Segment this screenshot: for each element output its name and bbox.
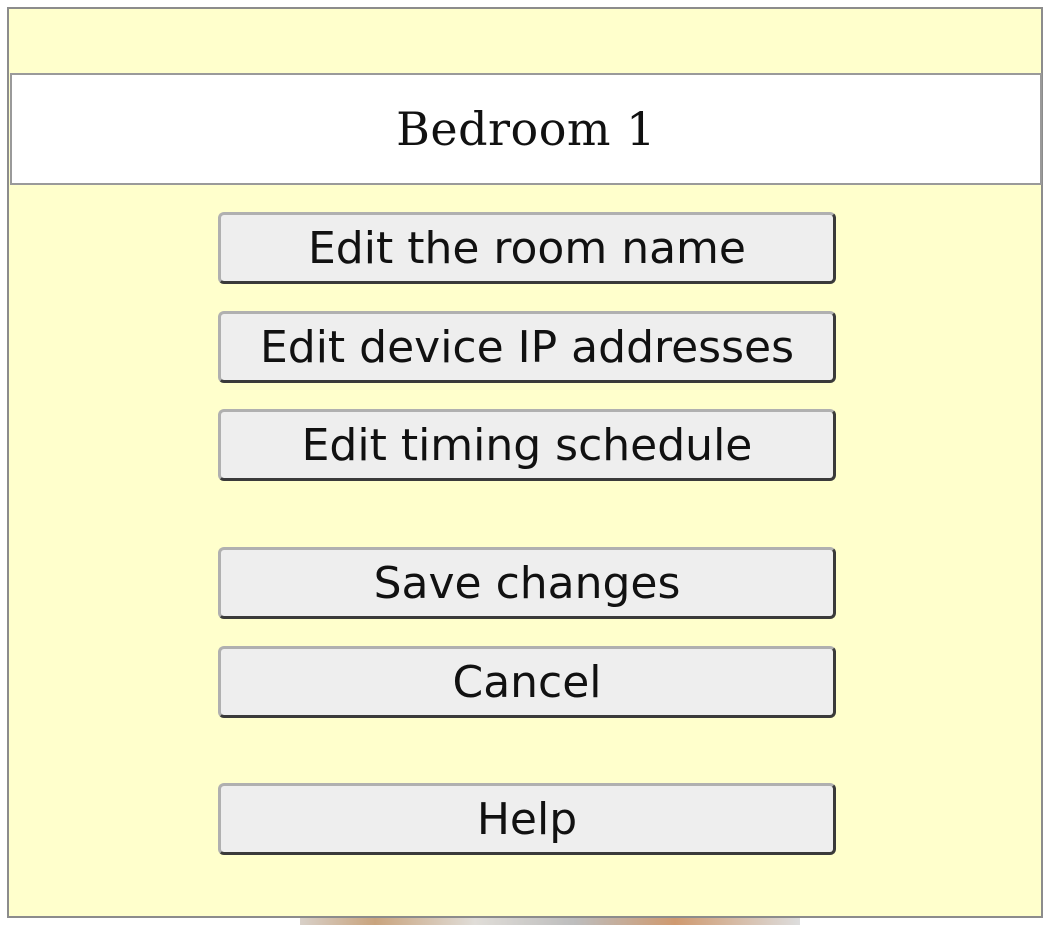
cancel-button[interactable]: Cancel (218, 646, 836, 718)
edit-room-name-button[interactable]: Edit the room name (218, 212, 836, 284)
room-title-bar: Bedroom 1 (10, 73, 1042, 185)
edit-device-ip-button[interactable]: Edit device IP addresses (218, 311, 836, 383)
room-title: Bedroom 1 (396, 102, 656, 156)
room-settings-dialog: Bedroom 1 Edit the room name Edit device… (7, 7, 1043, 918)
help-button[interactable]: Help (218, 783, 836, 855)
background-content-strip (300, 918, 800, 925)
edit-timing-schedule-button[interactable]: Edit timing schedule (218, 409, 836, 481)
save-changes-button[interactable]: Save changes (218, 547, 836, 619)
